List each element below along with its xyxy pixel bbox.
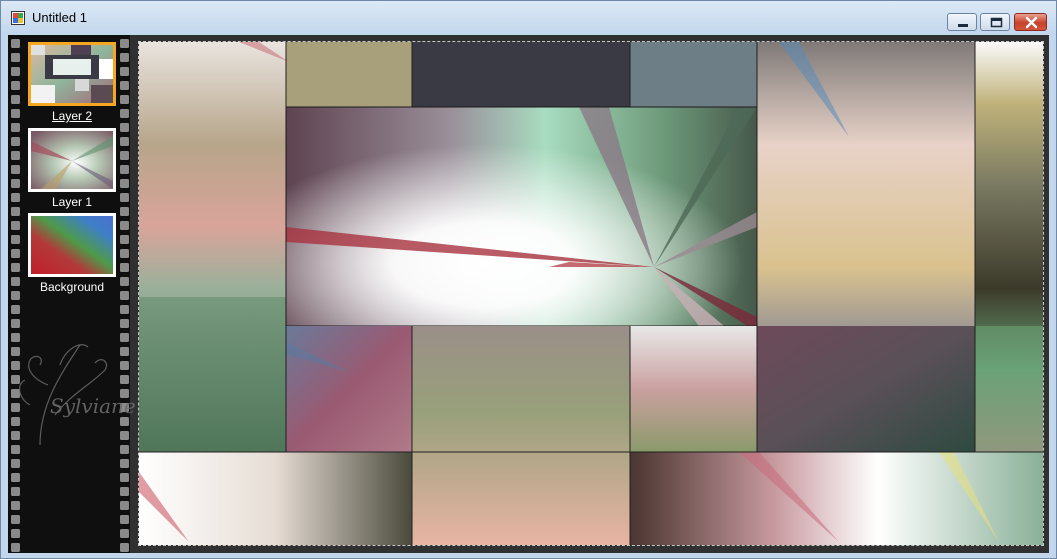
- film-perforation: [11, 53, 20, 62]
- film-perforation: [120, 53, 129, 62]
- film-perforation: [11, 473, 20, 482]
- film-perforation: [120, 207, 129, 216]
- film-perforation: [11, 39, 20, 48]
- film-perforation: [11, 263, 20, 272]
- film-perforation: [120, 473, 129, 482]
- close-button[interactable]: [1014, 13, 1047, 31]
- film-perforation: [11, 235, 20, 244]
- film-perforation: [120, 179, 129, 188]
- film-perforation: [120, 39, 129, 48]
- layer-filmstrip: Layer 2 Layer 1 Background Sylviane: [8, 35, 136, 553]
- film-perforation: [120, 81, 129, 90]
- film-perforation: [11, 221, 20, 230]
- watermark-text: Sylviane: [50, 394, 136, 418]
- film-perforation: [11, 305, 20, 314]
- watermark-logo: Sylviane: [18, 344, 136, 446]
- canvas-artwork: [139, 42, 1043, 545]
- film-perforation: [120, 151, 129, 160]
- layer-item-layer-2[interactable]: Layer 2: [28, 42, 116, 124]
- maximize-icon: [990, 17, 1003, 28]
- close-icon: [1025, 16, 1038, 29]
- film-perforation: [11, 95, 20, 104]
- minimize-button[interactable]: [947, 13, 977, 31]
- film-perforation: [120, 249, 129, 258]
- film-perforation: [11, 109, 20, 118]
- film-perforation: [120, 487, 129, 496]
- film-perforation: [11, 543, 20, 552]
- film-perforation: [120, 221, 129, 230]
- window-title: Untitled 1: [32, 10, 87, 25]
- film-perforation: [120, 235, 129, 244]
- layer-thumbnail[interactable]: [28, 128, 116, 192]
- film-perforation: [11, 179, 20, 188]
- film-perforation: [120, 193, 129, 202]
- film-perforation: [11, 193, 20, 202]
- film-perforation: [120, 109, 129, 118]
- film-perforation: [11, 291, 20, 300]
- film-perforation: [11, 207, 20, 216]
- film-perforation: [11, 515, 20, 524]
- layer-thumbnail[interactable]: [28, 42, 116, 106]
- film-perforation: [11, 487, 20, 496]
- filmstrip-perforations-left: [11, 39, 20, 552]
- layer-label: Layer 2: [51, 109, 93, 123]
- film-perforation: [11, 151, 20, 160]
- film-perforation: [120, 95, 129, 104]
- film-perforation: [120, 501, 129, 510]
- layer-item-background[interactable]: Background: [28, 213, 116, 295]
- film-perforation: [11, 249, 20, 258]
- film-perforation: [120, 67, 129, 76]
- title-bar[interactable]: Untitled 1: [1, 1, 1056, 35]
- film-perforation: [11, 529, 20, 538]
- layer-label: Layer 1: [51, 195, 93, 209]
- film-perforation: [120, 305, 129, 314]
- document-window: Untitled 1 Layer 2 Layer 1 Background Sy…: [0, 0, 1057, 559]
- workspace: Layer 2 Layer 1 Background Sylviane: [8, 35, 1049, 553]
- layer-label: Background: [39, 280, 105, 294]
- film-perforation: [11, 81, 20, 90]
- maximize-button[interactable]: [980, 13, 1010, 31]
- film-perforation: [120, 123, 129, 132]
- image-canvas[interactable]: [138, 41, 1044, 546]
- film-perforation: [11, 123, 20, 132]
- minimize-icon: [958, 24, 968, 27]
- film-perforation: [11, 165, 20, 174]
- filmstrip-perforations-right: [120, 39, 129, 552]
- film-perforation: [11, 501, 20, 510]
- film-perforation: [120, 277, 129, 286]
- layer-item-layer-1[interactable]: Layer 1: [28, 128, 116, 210]
- film-perforation: [120, 529, 129, 538]
- layer-thumbnail[interactable]: [28, 213, 116, 277]
- film-perforation: [120, 165, 129, 174]
- film-perforation: [11, 67, 20, 76]
- film-perforation: [120, 137, 129, 146]
- film-perforation: [11, 277, 20, 286]
- app-icon: [11, 11, 25, 25]
- film-perforation: [120, 543, 129, 552]
- film-perforation: [11, 137, 20, 146]
- film-perforation: [120, 291, 129, 300]
- film-perforation: [120, 515, 129, 524]
- film-perforation: [120, 263, 129, 272]
